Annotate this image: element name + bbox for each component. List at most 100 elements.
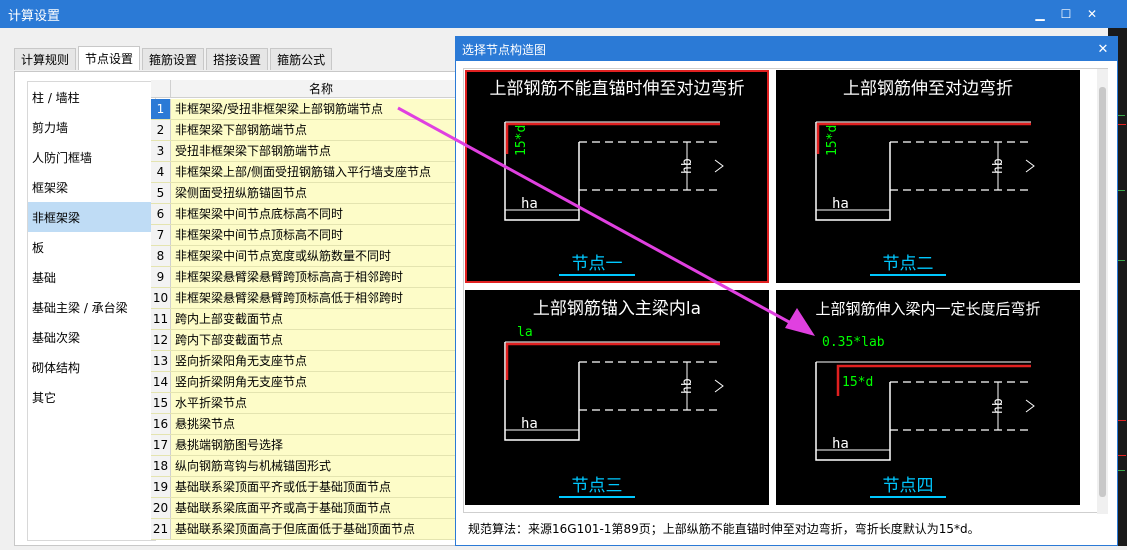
table-row[interactable]: 20 基础联系梁底面平齐或高于基础顶面节点 — [151, 498, 471, 519]
tab-node-settings[interactable]: 节点设置 — [78, 46, 141, 70]
window-title: 计算设置 — [8, 8, 61, 24]
anchor-label-2: 15*d — [842, 375, 873, 390]
anchor-label: 15*d — [825, 125, 840, 156]
table-row[interactable]: 19 基础联系梁顶面平齐或低于基础顶面节点 — [151, 477, 471, 498]
table-row[interactable]: 2 非框架梁下部钢筋端节点 — [151, 120, 471, 141]
nav-item[interactable]: 其它 — [28, 382, 155, 412]
settings-tabs: 计算规则 节点设置 箍筋设置 搭接设置 箍筋公式 — [14, 46, 334, 70]
row-name: 悬挑梁节点 — [171, 414, 471, 434]
nav-item[interactable]: 基础主梁 / 承台梁 — [28, 292, 155, 322]
row-name: 基础联系梁顶面高于但底面低于基础顶面节点 — [171, 519, 471, 539]
row-number: 14 — [151, 372, 171, 392]
nav-item[interactable]: 板 — [28, 232, 155, 262]
node-title: 上部钢筋不能直锚时伸至对边弯折 — [490, 79, 745, 99]
row-name: 竖向折梁阴角无支座节点 — [171, 372, 471, 392]
diagram-node-2[interactable]: 上部钢筋伸至对边弯折 hb ha 15*d 节点二 — [776, 70, 1080, 283]
table-row[interactable]: 1 非框架梁/受扭非框架梁上部钢筋端节点 — [151, 99, 471, 120]
node-caption: 节点四 — [883, 476, 934, 496]
component-nav: 柱 / 墙柱 剪力墙 人防门框墙 框架梁 非框架梁板基础 基础主梁 / 承台梁 基础次梁 砌体… — [27, 81, 156, 541]
row-name: 水平折梁节点 — [171, 393, 471, 413]
nav-item[interactable]: 砌体结构 — [28, 352, 155, 382]
row-number: 4 — [151, 162, 171, 182]
table-row[interactable]: 14 竖向折梁阴角无支座节点 — [151, 372, 471, 393]
nav-item[interactable]: 框架梁 — [28, 172, 155, 202]
node-caption: 节点二 — [883, 254, 934, 274]
maximize-button[interactable]: ☐ — [1054, 0, 1078, 28]
row-name: 非框架梁中间节点宽度或纵筋数量不同时 — [171, 246, 471, 266]
row-number: 19 — [151, 477, 171, 497]
nav-item[interactable]: 柱 / 墙柱 — [28, 82, 155, 112]
row-name: 梁侧面受扭纵筋锚固节点 — [171, 183, 471, 203]
table-row[interactable]: 15 水平折梁节点 — [151, 393, 471, 414]
row-number: 2 — [151, 120, 171, 140]
row-name: 非框架梁中间节点顶标高不同时 — [171, 225, 471, 245]
node-caption: 节点三 — [572, 476, 623, 496]
nav-item[interactable]: 基础 — [28, 262, 155, 292]
dialog-close-button[interactable]: ✕ — [1093, 37, 1113, 61]
row-number: 6 — [151, 204, 171, 224]
nav-item[interactable]: 基础次梁 — [28, 322, 155, 352]
table-row[interactable]: 3 受扭非框架梁下部钢筋端节点 — [151, 141, 471, 162]
table-row[interactable]: 12 跨内下部变截面节点 — [151, 330, 471, 351]
node-title: 上部钢筋伸入梁内一定长度后弯折 — [815, 300, 1040, 318]
dialog-title: 选择节点构造图 — [456, 37, 1117, 61]
row-number: 13 — [151, 351, 171, 371]
row-name: 跨内下部变截面节点 — [171, 330, 471, 350]
table-row[interactable]: 8 非框架梁中间节点宽度或纵筋数量不同时 — [151, 246, 471, 267]
node-title: 上部钢筋锚入主梁内la — [533, 299, 701, 319]
row-number: 7 — [151, 225, 171, 245]
table-row[interactable]: 21 基础联系梁顶面高于但底面低于基础顶面节点 — [151, 519, 471, 540]
ha-label: ha — [521, 196, 538, 212]
row-number: 1 — [151, 99, 171, 119]
row-number: 15 — [151, 393, 171, 413]
row-name: 基础联系梁顶面平齐或低于基础顶面节点 — [171, 477, 471, 497]
table-row[interactable]: 13 竖向折梁阳角无支座节点 — [151, 351, 471, 372]
tab-stirrup-formula[interactable]: 箍筋公式 — [270, 48, 333, 70]
close-button[interactable]: ✕ — [1080, 0, 1104, 28]
ha-label: ha — [832, 436, 849, 452]
nav-item[interactable]: 非框架梁 — [28, 202, 155, 232]
row-name: 悬挑端钢筋图号选择 — [171, 435, 471, 455]
node-grid: 名称 1 非框架梁/受扭非框架梁上部钢筋端节点 2 非框架梁下部钢筋端节点 3 受扭非框架… — [151, 80, 471, 550]
ha-label: ha — [832, 196, 849, 212]
node-title: 上部钢筋伸至对边弯折 — [843, 79, 1013, 99]
anchor-label: 0.35*lab — [822, 335, 885, 350]
diagram-node-3[interactable]: 上部钢筋锚入主梁内la hb ha la 节点三 — [465, 290, 769, 505]
dialog-body: 上部钢筋不能直锚时伸至对边弯折 hb ha 15*d 节点一 上部钢筋伸至对边弯折 hb ha… — [463, 68, 1108, 514]
nav-item[interactable]: 人防门框墙 — [28, 142, 155, 172]
node-diagram-dialog: 选择节点构造图 ✕ 上部钢筋不能直锚时伸至对边弯折 hb ha 15*d 节点一 上部钢筋… — [455, 36, 1118, 546]
window-titlebar: 计算设置 — [0, 0, 1108, 28]
row-name: 非框架梁上部/侧面受扭钢筋锚入平行墙支座节点 — [171, 162, 471, 182]
table-row[interactable]: 11 跨内上部变截面节点 — [151, 309, 471, 330]
diagram-node-4[interactable]: 上部钢筋伸入梁内一定长度后弯折 hb ha 0.35*lab 15*d 节点四 — [776, 290, 1080, 505]
tab-lap-settings[interactable]: 搭接设置 — [206, 48, 269, 70]
hb-label: hb — [680, 158, 695, 174]
table-row[interactable]: 18 纵向钢筋弯钩与机械锚固形式 — [151, 456, 471, 477]
table-row[interactable]: 7 非框架梁中间节点顶标高不同时 — [151, 225, 471, 246]
table-row[interactable]: 16 悬挑梁节点 — [151, 414, 471, 435]
table-row[interactable]: 9 非框架梁悬臂梁悬臂跨顶标高高于相邻跨时 — [151, 267, 471, 288]
tab-calc-rules[interactable]: 计算规则 — [14, 48, 77, 70]
row-name: 竖向折梁阳角无支座节点 — [171, 351, 471, 371]
diagram-node-1[interactable]: 上部钢筋不能直锚时伸至对边弯折 hb ha 15*d 节点一 — [465, 70, 769, 283]
hb-label: hb — [680, 378, 695, 394]
table-row[interactable]: 6 非框架梁中间节点底标高不同时 — [151, 204, 471, 225]
row-number: 12 — [151, 330, 171, 350]
grid-header-name: 名称 — [308, 82, 333, 96]
row-name: 纵向钢筋弯钩与机械锚固形式 — [171, 456, 471, 476]
tab-stirrup-settings[interactable]: 箍筋设置 — [142, 48, 205, 70]
table-row[interactable]: 4 非框架梁上部/侧面受扭钢筋锚入平行墙支座节点 — [151, 162, 471, 183]
row-number: 18 — [151, 456, 171, 476]
table-row[interactable]: 5 梁侧面受扭纵筋锚固节点 — [151, 183, 471, 204]
nav-item[interactable]: 剪力墙 — [28, 112, 155, 142]
hb-label: hb — [991, 398, 1006, 414]
row-name: 非框架梁悬臂梁悬臂跨顶标高低于相邻跨时 — [171, 288, 471, 308]
row-name: 跨内上部变截面节点 — [171, 309, 471, 329]
table-row[interactable]: 17 悬挑端钢筋图号选择 — [151, 435, 471, 456]
dialog-scrollbar[interactable] — [1097, 69, 1108, 514]
row-name: 非框架梁悬臂梁悬臂跨顶标高高于相邻跨时 — [171, 267, 471, 287]
table-row[interactable]: 10 非框架梁悬臂梁悬臂跨顶标高低于相邻跨时 — [151, 288, 471, 309]
row-number: 21 — [151, 519, 171, 539]
minimize-button[interactable]: ▁ — [1028, 0, 1052, 28]
row-number: 11 — [151, 309, 171, 329]
